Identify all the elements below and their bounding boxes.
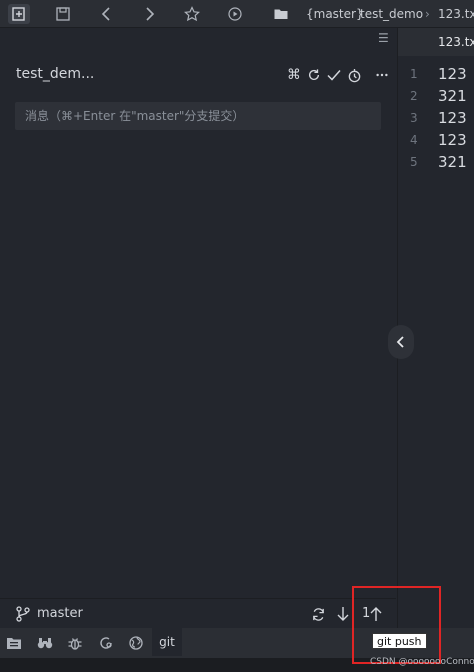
chevron-left-icon bbox=[396, 336, 404, 348]
commit-message-input[interactable] bbox=[15, 102, 381, 130]
line-text: 123 bbox=[438, 109, 467, 127]
line-number: 2 bbox=[410, 89, 418, 103]
refresh-icon[interactable] bbox=[305, 66, 323, 84]
line-text: 123 bbox=[438, 65, 467, 83]
menu-icon[interactable]: ☰ bbox=[378, 31, 389, 45]
file-tree-icon[interactable] bbox=[4, 633, 24, 653]
play-icon[interactable] bbox=[224, 4, 246, 24]
code-line: 5 321 bbox=[398, 152, 474, 174]
line-text: 321 bbox=[438, 153, 467, 171]
line-number: 1 bbox=[410, 67, 418, 81]
collapse-panel-button[interactable] bbox=[388, 325, 414, 359]
code-line: 1 123 bbox=[398, 64, 474, 86]
highlight-box bbox=[352, 586, 441, 664]
line-number: 5 bbox=[410, 155, 418, 169]
code-lines[interactable]: 1 123 2 321 3 123 4 123 5 321 bbox=[398, 64, 474, 174]
back-icon[interactable] bbox=[96, 4, 118, 24]
repo-title: test_dem... bbox=[16, 66, 95, 82]
bug-icon[interactable] bbox=[65, 633, 85, 653]
sync-icon[interactable] bbox=[308, 604, 328, 624]
breadcrumb-branch[interactable]: {master} bbox=[306, 0, 364, 28]
line-text: 321 bbox=[438, 87, 467, 105]
line-text: 123 bbox=[438, 131, 467, 149]
commit-actions: ⌘ bbox=[285, 66, 391, 84]
binoculars-icon[interactable] bbox=[35, 633, 55, 653]
editor-tab-label: 123.txt bbox=[438, 35, 474, 49]
more-icon[interactable] bbox=[373, 66, 391, 84]
breadcrumb-file[interactable]: 123.txt bbox=[438, 0, 474, 28]
code-line: 4 123 bbox=[398, 130, 474, 152]
command-icon[interactable]: ⌘ bbox=[285, 66, 303, 84]
pull-arrow-icon[interactable] bbox=[333, 604, 353, 624]
files-icon[interactable] bbox=[8, 4, 30, 24]
code-line: 3 123 bbox=[398, 108, 474, 130]
forward-icon[interactable] bbox=[138, 4, 160, 24]
watermark: CSDN @oooooooConnor bbox=[370, 657, 474, 667]
branch-name[interactable]: master bbox=[37, 606, 83, 621]
save-icon[interactable] bbox=[52, 4, 74, 24]
editor-tab[interactable]: 123.txt bbox=[398, 28, 474, 56]
breadcrumb-repo[interactable]: test_demo bbox=[360, 0, 423, 28]
commit-check-icon[interactable] bbox=[325, 66, 343, 84]
star-icon[interactable] bbox=[181, 4, 203, 24]
line-number: 4 bbox=[410, 133, 418, 147]
globe-icon[interactable] bbox=[126, 633, 146, 653]
push-tooltip: git push bbox=[372, 633, 427, 649]
top-toolbar: {master} test_demo › 123.txt bbox=[0, 0, 474, 28]
git-remote-icon[interactable] bbox=[96, 633, 116, 653]
git-panel: ☰ test_dem... ⌘ bbox=[0, 28, 396, 598]
git-tab[interactable]: git bbox=[152, 628, 182, 656]
branch-icon bbox=[16, 606, 30, 622]
line-number: 3 bbox=[410, 111, 418, 125]
breadcrumb-separator: › bbox=[425, 7, 430, 21]
history-icon[interactable] bbox=[345, 66, 363, 84]
git-status-bar: master 1 bbox=[0, 598, 396, 628]
folder-icon bbox=[270, 4, 292, 24]
code-line: 2 321 bbox=[398, 86, 474, 108]
